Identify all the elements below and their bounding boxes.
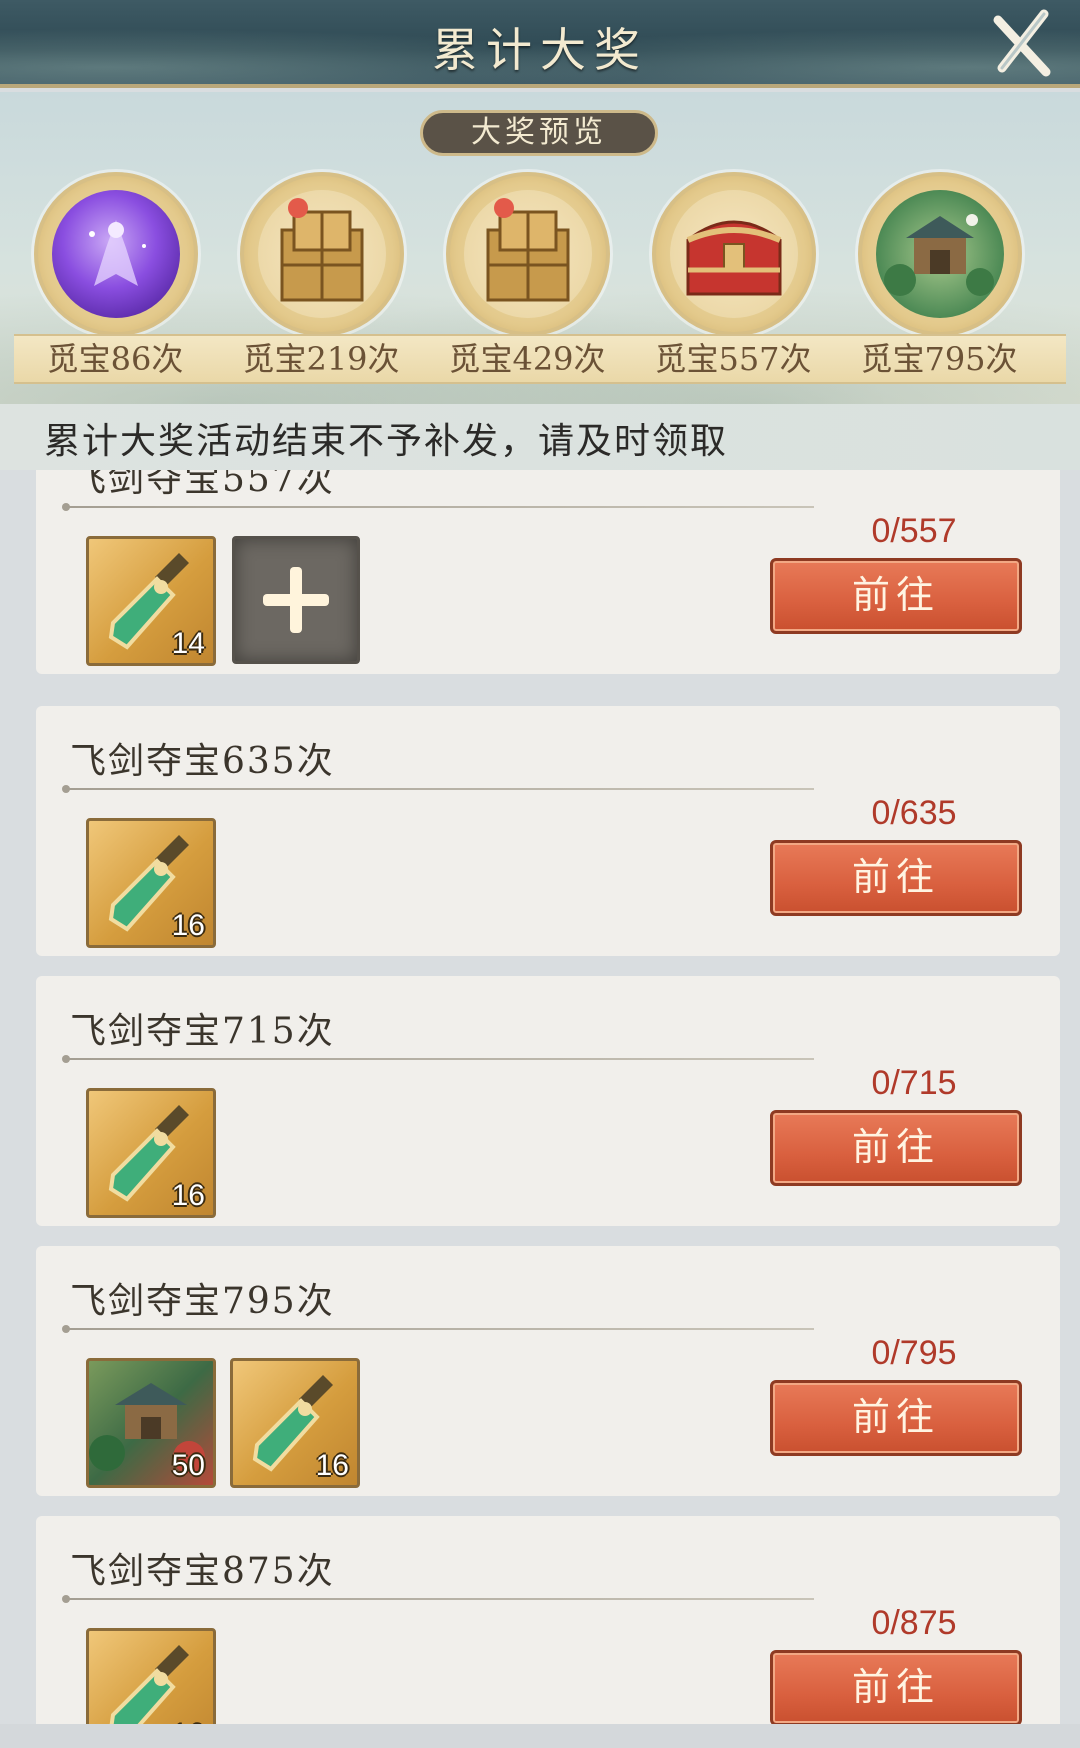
preview-item-1[interactable] — [34, 172, 198, 336]
milestone-title: 飞剑夺宝715次 — [70, 1011, 335, 1052]
milestone-card: 飞剑夺宝635次 16 0/635 前往 — [36, 706, 1060, 956]
divider — [62, 785, 814, 793]
preview-heading: 大奖预览 — [420, 110, 658, 156]
divider — [62, 1325, 814, 1333]
purple-orb-icon — [89, 220, 146, 286]
close-button[interactable] — [984, 6, 1060, 82]
preview-label-4: 觅宝557次 — [654, 340, 812, 378]
red-chest-icon — [686, 220, 782, 296]
progress-counter: 0/635 — [871, 794, 957, 832]
golden-puzzle-box-icon — [280, 198, 364, 302]
go-button[interactable]: 前往 — [770, 558, 1022, 634]
reward-slot[interactable]: 16 — [230, 1358, 360, 1488]
reward-quantity: 50 — [171, 1449, 205, 1482]
preview-label-1: 觅宝86次 — [46, 340, 184, 378]
reward-quantity: 16 — [315, 1449, 349, 1482]
reward-slot[interactable]: 16 — [86, 1628, 216, 1724]
progress-counter: 0/715 — [871, 1064, 957, 1102]
divider — [62, 503, 814, 511]
preview-label-3: 觅宝429次 — [448, 340, 606, 378]
milestone-title: 飞剑夺宝557次 — [70, 470, 335, 500]
page-title: 累计大奖 — [432, 23, 648, 77]
milestone-title: 飞剑夺宝795次 — [70, 1281, 335, 1322]
reward-quantity: 16 — [171, 909, 205, 942]
go-button[interactable]: 前往 — [770, 1650, 1022, 1724]
reward-slot[interactable]: 14 — [86, 536, 216, 666]
preview-item-2[interactable] — [240, 172, 404, 336]
reward-slot[interactable]: 16 — [86, 1088, 216, 1218]
notice-text: 累计大奖活动结束不予补发，请及时领取 — [44, 421, 729, 462]
jade-sword-icon — [109, 1645, 189, 1724]
milestone-list[interactable]: 飞剑夺宝557次 14 0/557 前往 飞剑夺宝635次 16 0/635 前… — [0, 470, 1080, 1724]
add-reward-button[interactable] — [232, 536, 360, 664]
golden-puzzle-box-icon — [486, 198, 570, 302]
divider — [62, 1595, 814, 1603]
milestone-card: 飞剑夺宝715次 16 0/715 前往 — [36, 976, 1060, 1226]
top-bar: 累计大奖 — [0, 0, 1080, 88]
preview-item-4[interactable] — [652, 172, 816, 336]
close-icon — [993, 9, 1051, 77]
reward-quantity: 14 — [171, 627, 205, 660]
milestone-title: 飞剑夺宝635次 — [70, 741, 335, 782]
reward-quantity: 16 — [171, 1179, 205, 1212]
go-button[interactable]: 前往 — [770, 1110, 1022, 1186]
milestone-title: 飞剑夺宝875次 — [70, 1551, 335, 1592]
plus-icon — [263, 567, 329, 633]
reward-slot[interactable]: 50 — [86, 1358, 216, 1488]
notice-bar: 累计大奖活动结束不予补发，请及时领取 — [0, 404, 1080, 470]
milestone-card: 飞剑夺宝795次 50 16 0/795 前往 — [36, 1246, 1060, 1496]
milestone-card: 飞剑夺宝875次 16 0/875 前往 — [36, 1516, 1060, 1724]
reward-slot[interactable]: 16 — [86, 818, 216, 948]
go-button[interactable]: 前往 — [770, 840, 1022, 916]
go-button[interactable]: 前往 — [770, 1380, 1022, 1456]
preview-label-5: 觅宝795次 — [860, 340, 1018, 378]
bottom-edge — [0, 1724, 1080, 1748]
progress-counter: 0/557 — [871, 512, 957, 550]
divider — [62, 1055, 814, 1063]
progress-counter: 0/875 — [871, 1604, 957, 1642]
pavilion-scene-icon — [884, 214, 994, 296]
preview-label-2: 觅宝219次 — [242, 340, 400, 378]
preview-item-5[interactable] — [858, 172, 1022, 336]
preview-item-3[interactable] — [446, 172, 610, 336]
milestone-card: 飞剑夺宝557次 14 0/557 前往 — [36, 470, 1060, 674]
grand-prize-preview: 大奖预览 觅宝86次 觅宝219次 觅宝429次 觅宝557次 觅宝795次 — [0, 92, 1080, 404]
progress-counter: 0/795 — [871, 1334, 957, 1372]
